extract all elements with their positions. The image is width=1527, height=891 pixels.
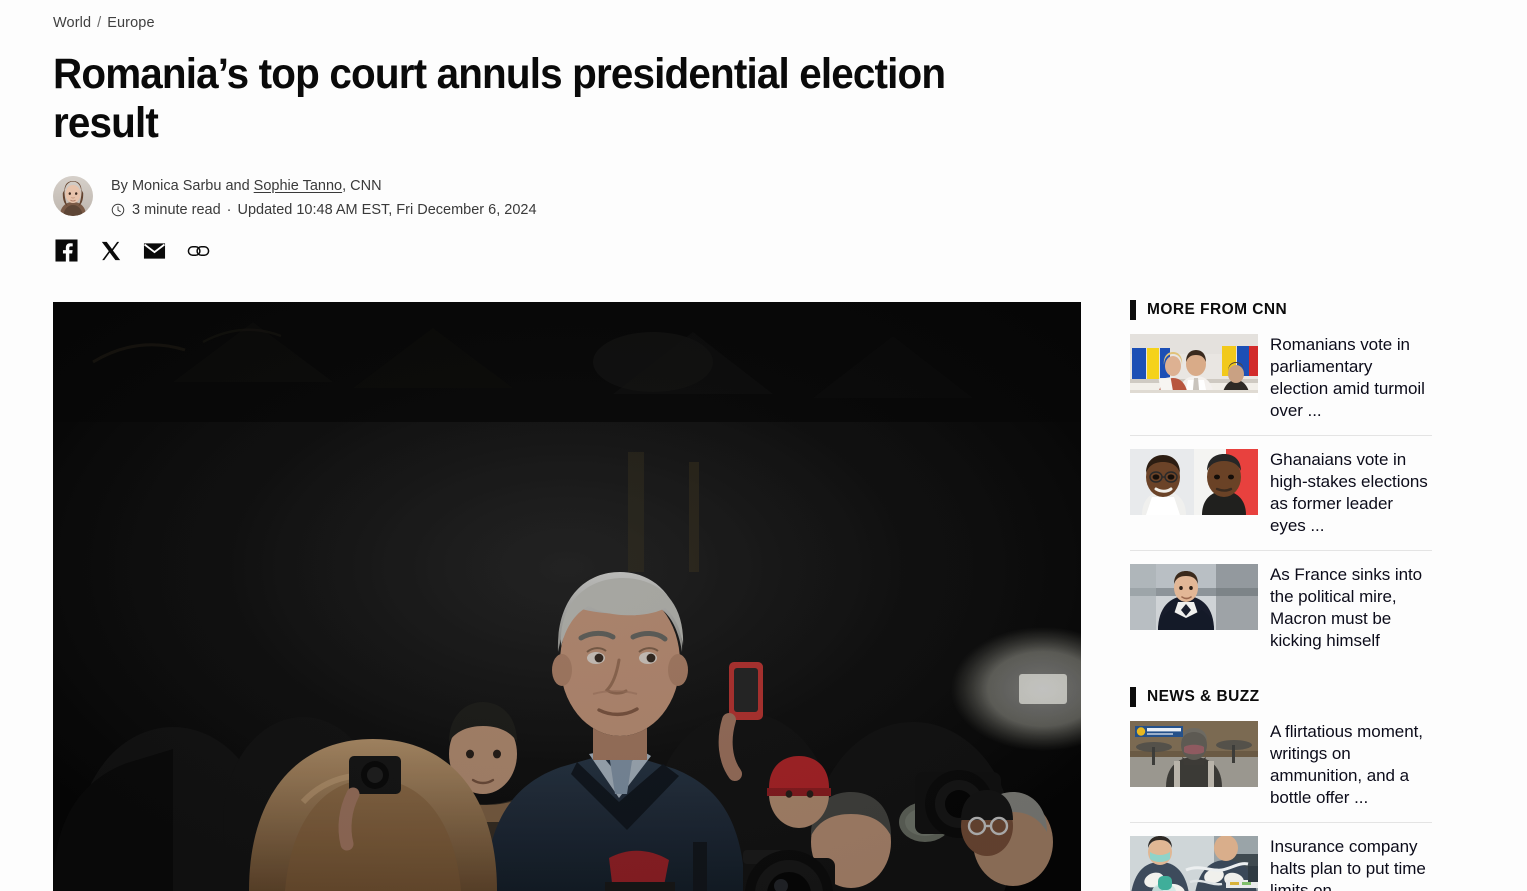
list-item-headline: Insurance company halts plan to put time…	[1270, 837, 1426, 891]
byline-conjunction: and	[221, 178, 254, 194]
list-item[interactable]: Romanians vote in parliamentary election…	[1130, 334, 1432, 435]
byline: By Monica Sarbu and Sophie Tanno, CNN 3 …	[53, 173, 537, 220]
updated-timestamp: Updated 10:48 AM EST, Fri December 6, 20…	[237, 202, 537, 218]
byline-text: By Monica Sarbu and Sophie Tanno, CNN 3 …	[111, 173, 537, 220]
x-share-icon[interactable]	[99, 239, 122, 262]
thumb-ghana-election	[1130, 449, 1258, 515]
section-accent-bar	[1130, 300, 1136, 320]
author-link[interactable]: Sophie Tanno	[254, 178, 342, 194]
sidebar-section-title-news-and-buzz: NEWS & BUZZ	[1130, 687, 1432, 707]
email-share-icon[interactable]	[143, 239, 166, 262]
byline-authors: By Monica Sarbu and Sophie Tanno, CNN	[111, 176, 537, 196]
breadcrumb-separator: /	[97, 15, 102, 31]
author-primary: Monica Sarbu	[131, 178, 222, 194]
sidebar-list-more-from-cnn: Romanians vote in parliamentary election…	[1130, 334, 1432, 665]
list-item[interactable]: Ghanaians vote in high-stakes elections …	[1130, 435, 1432, 550]
sidebar: MORE FROM CNN Romanians vote in parliame…	[1130, 300, 1432, 891]
list-item-headline: Ghanaians vote in high-stakes elections …	[1270, 450, 1428, 535]
thumb-surgery	[1130, 836, 1258, 891]
list-item-headline: As France sinks into the political mire,…	[1270, 565, 1423, 650]
breadcrumb-item-world[interactable]: World	[53, 15, 91, 31]
article-page: World / Europe Romania’s top court annuls …	[0, 0, 1527, 891]
sidebar-section-title-more-from-cnn: MORE FROM CNN	[1130, 300, 1432, 320]
list-item-headline: Romanians vote in parliamentary election…	[1270, 335, 1425, 420]
byline-suffix: , CNN	[342, 178, 382, 194]
share-bar	[55, 239, 210, 262]
avatar	[53, 176, 93, 216]
list-item[interactable]: A flirtatious moment, writings on ammuni…	[1130, 721, 1432, 822]
sidebar-list-news-and-buzz: A flirtatious moment, writings on ammuni…	[1130, 721, 1432, 891]
thumb-macron	[1130, 564, 1258, 630]
clock-icon	[111, 203, 125, 217]
thumb-surveillance	[1130, 721, 1258, 787]
section-accent-bar	[1130, 687, 1136, 707]
byline-prefix: By	[111, 178, 132, 194]
list-item[interactable]: Insurance company halts plan to put time…	[1130, 822, 1432, 891]
page-title: Romania’s top court annuls presidential …	[53, 50, 946, 147]
read-time: 3 minute read	[132, 202, 221, 218]
timestamp-separator: ·	[226, 202, 232, 218]
thumb-romania-vote	[1130, 334, 1258, 400]
link-share-icon[interactable]	[187, 239, 210, 262]
breadcrumb-item-europe[interactable]: Europe	[107, 15, 154, 31]
facebook-share-icon[interactable]	[55, 239, 78, 262]
breadcrumb: World / Europe	[53, 15, 155, 31]
article-hero-image: Canon	[53, 302, 1081, 891]
byline-timestamp: 3 minute read · Updated 10:48 AM EST, Fr…	[111, 200, 537, 220]
list-item-headline: A flirtatious moment, writings on ammuni…	[1270, 722, 1423, 807]
list-item[interactable]: As France sinks into the political mire,…	[1130, 550, 1432, 665]
